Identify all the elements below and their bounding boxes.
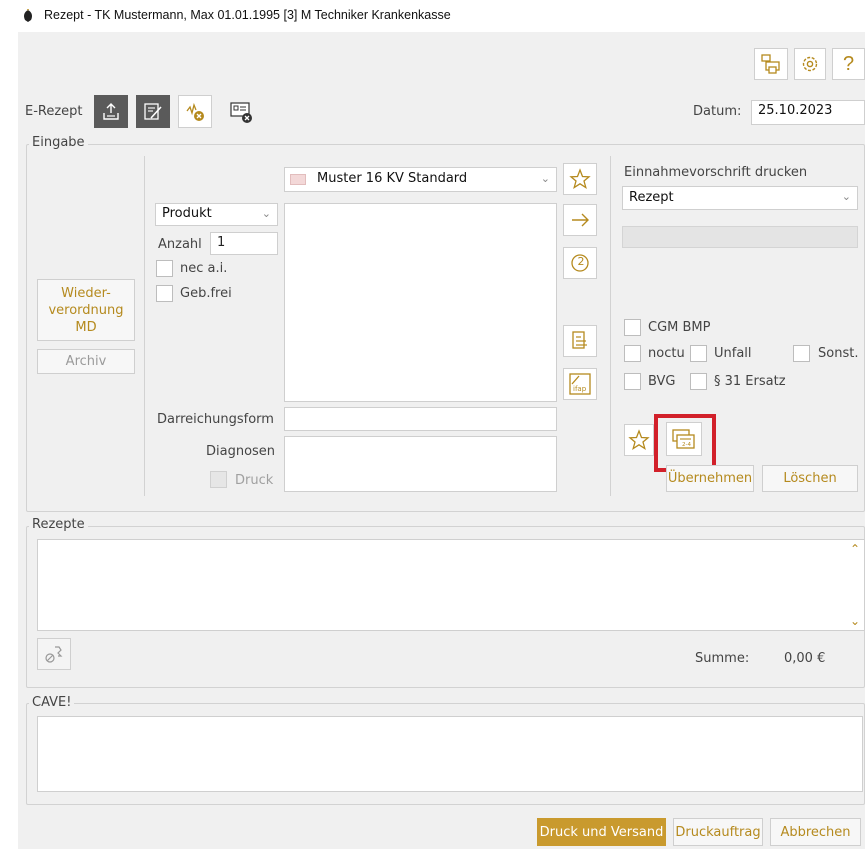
rezepte-list[interactable]: ⌃ ⌄ [37,539,865,631]
chevron-down-icon: ⌄ [261,207,271,220]
erezept-label: E-Rezept [25,104,83,119]
ifap-button[interactable]: ifap [563,368,597,400]
printer-folder-icon [761,54,780,74]
erezept-cancel-button[interactable] [178,95,212,128]
sign-icon [144,102,162,120]
uebernehmen-button[interactable]: Übernehmen [666,465,754,492]
loeschen-button[interactable]: Löschen [762,465,858,492]
abbrechen-button[interactable]: Abbrechen [770,818,861,846]
produkt-select[interactable]: Produkt ⌄ [155,203,278,226]
ifap-icon: ifap [569,373,591,395]
cgm-bmp-label: CGM BMP [648,320,711,335]
sonst-label: Sonst. [818,346,859,361]
rezept-type-select[interactable]: Rezept ⌄ [622,186,858,210]
rezept-type-value: Rezept [629,190,674,205]
darreichungsform-input[interactable] [284,407,557,431]
ersatz-checkbox[interactable] [690,373,707,390]
druck-versand-button[interactable]: Druck und Versand [537,818,666,846]
number-badge: 2 [577,255,585,268]
einnahme-label: Einnahmevorschrift drucken [624,165,808,180]
print-settings-button[interactable] [754,48,788,80]
link-cancel-icon [45,646,63,663]
wiederverordnung-button[interactable]: Wieder- verordnung MD [37,279,135,341]
dosage-schedule-button[interactable]: 2-4 [666,422,702,456]
cave-legend: CAVE! [29,695,75,710]
erezept-sign-button[interactable] [136,95,170,128]
remove-recipe-button[interactable] [37,638,71,670]
scroll-up-icon[interactable]: ⌃ [850,542,860,556]
unfall-label: Unfall [714,346,752,361]
rezepte-legend: Rezepte [29,517,88,532]
diagnosen-textarea[interactable] [284,436,557,492]
second-product-button[interactable]: 2 [563,247,597,279]
unfall-checkbox[interactable] [690,345,707,362]
template-select-value: Muster 16 KV Standard [317,171,468,186]
star-add-icon [628,429,650,450]
scroll-down-icon[interactable]: ⌄ [850,614,860,628]
divider-left [144,156,145,496]
anzahl-input[interactable]: 1 [210,232,278,255]
druck-checkbox[interactable] [210,471,227,488]
nec-checkbox[interactable] [156,260,173,277]
star-icon [569,168,591,189]
darreichungsform-label: Darreichungsform [157,412,274,427]
favorites-add-button[interactable] [624,424,654,456]
erezept-delete-button[interactable] [224,95,258,128]
transfer-button[interactable] [563,204,597,236]
app-icon [24,9,32,22]
nec-label: nec a.i. [180,261,228,276]
druck-label: Druck [235,473,274,488]
window-title: Rezept - TK Mustermann, Max 01.01.1995 [… [44,8,451,22]
summe-value: 0,00 € [784,651,826,666]
title-bar: Rezept - TK Mustermann, Max 01.01.1995 [… [0,0,865,32]
template-select[interactable]: Muster 16 KV Standard ⌄ [284,167,557,192]
cgm-bmp-checkbox[interactable] [624,319,641,336]
bvg-label: BVG [648,374,676,389]
gear-icon [802,56,818,72]
bvg-checkbox[interactable] [624,373,641,390]
produkt-select-value: Produkt [162,206,212,221]
erezept-upload-button[interactable] [94,95,128,128]
schedule-card-icon: 2-4 [672,429,695,449]
einnahme-text-field[interactable] [622,226,858,248]
question-mark-icon: ? [842,52,855,75]
ersatz-label: § 31 Ersatz [714,374,786,389]
sonst-checkbox[interactable] [793,345,810,362]
druckauftrag-button[interactable]: Druckauftrag [673,818,763,846]
noctu-label: noctu [648,346,685,361]
summe-label: Summe: [695,651,750,666]
datum-label: Datum: [693,104,742,119]
anzahl-label: Anzahl [158,237,202,252]
chevron-down-icon: ⌄ [841,190,851,203]
archiv-button[interactable]: Archiv [37,349,135,374]
medication-plan-button[interactable] [563,325,597,357]
cave-textarea[interactable] [37,716,863,792]
eingabe-legend: Eingabe [29,135,88,150]
svg-text:2-4: 2-4 [682,442,691,448]
upload-icon [103,102,119,120]
arrow-right-icon [572,213,589,227]
chevron-down-icon: ⌄ [540,172,550,185]
gebfrei-label: Geb.frei [180,286,232,301]
settings-button[interactable] [794,48,826,80]
datum-input[interactable]: 25.10.2023 [751,100,865,125]
product-list-textarea[interactable] [284,203,557,402]
gebfrei-checkbox[interactable] [156,285,173,302]
help-button[interactable]: ? [832,48,865,80]
divider-right [610,156,611,496]
flag-icon [290,174,306,185]
document-delete-icon [230,101,252,123]
document-list-icon [572,331,587,349]
signature-cancel-icon [186,102,204,121]
favorite-button[interactable] [563,163,597,195]
svg-text:ifap: ifap [573,385,587,393]
diagnosen-label: Diagnosen [206,444,276,459]
noctu-checkbox[interactable] [624,345,641,362]
